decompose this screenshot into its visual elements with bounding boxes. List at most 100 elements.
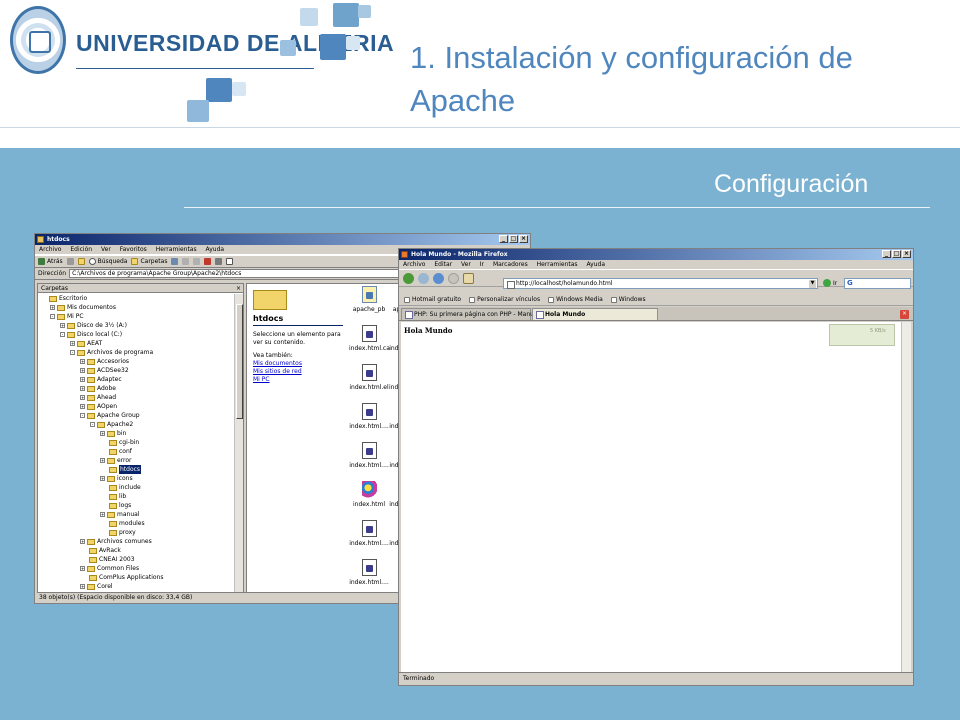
close-tab-icon[interactable]: × xyxy=(900,310,909,319)
collapse-icon[interactable]: - xyxy=(90,422,95,427)
bookmark-personalizar[interactable]: Personalizar vínculos xyxy=(469,296,540,303)
tree-item[interactable]: cgi-bin xyxy=(100,438,139,447)
copy-to-button[interactable] xyxy=(193,258,201,265)
menu-edicion[interactable]: Edición xyxy=(70,246,92,253)
file-item[interactable]: index.html.... xyxy=(349,559,389,586)
stop-icon[interactable] xyxy=(448,272,459,284)
menu-favoritos[interactable]: Favoritos xyxy=(120,246,147,253)
tree-item[interactable]: lib xyxy=(100,492,126,501)
tree-item[interactable]: AvRack xyxy=(80,546,121,555)
menu-ver[interactable]: Ver xyxy=(101,246,111,253)
tree-item[interactable]: - Archivos de programa xyxy=(70,348,153,357)
reload-icon[interactable] xyxy=(433,272,444,284)
tree-item[interactable]: proxy xyxy=(100,528,136,537)
expand-icon[interactable]: + xyxy=(80,359,85,364)
up-folder-button[interactable] xyxy=(77,258,85,265)
tree-item[interactable]: + Common Files xyxy=(80,564,139,573)
delete-button[interactable] xyxy=(204,258,212,265)
menu-ayuda[interactable]: Ayuda xyxy=(206,246,225,253)
scrollbar-thumb[interactable] xyxy=(236,304,243,419)
tree-item[interactable]: + Corel xyxy=(80,582,113,591)
expand-icon[interactable]: + xyxy=(80,404,85,409)
menu-archivo[interactable]: Archivo xyxy=(39,246,61,253)
expand-icon[interactable]: + xyxy=(80,395,85,400)
maximize-button[interactable]: □ xyxy=(509,235,518,243)
file-item[interactable]: index.html.... xyxy=(349,403,389,430)
expand-icon[interactable]: + xyxy=(80,584,85,589)
expand-icon[interactable]: + xyxy=(100,512,105,517)
expand-icon[interactable]: + xyxy=(60,323,65,328)
back-icon[interactable] xyxy=(403,272,414,284)
tree-item[interactable]: conf xyxy=(100,447,132,456)
file-item[interactable]: index.html.el xyxy=(349,364,389,391)
firefox-titlebar[interactable]: Hola Mundo - Mozilla Firefox _ □ × xyxy=(399,249,913,260)
tree-item[interactable]: modules xyxy=(100,519,145,528)
menu-herramientas[interactable]: Herramientas xyxy=(156,246,197,253)
expand-icon[interactable]: + xyxy=(100,458,105,463)
collapse-icon[interactable]: - xyxy=(70,350,75,355)
file-item[interactable]: index.html.... xyxy=(349,520,389,547)
tree-item[interactable]: logs xyxy=(100,501,131,510)
home-icon[interactable] xyxy=(463,272,474,284)
file-item[interactable]: index.html.ca xyxy=(349,325,390,352)
close-pane-icon[interactable]: × xyxy=(236,284,241,293)
menu-herramientas[interactable]: Herramientas xyxy=(537,261,578,268)
expand-icon[interactable]: + xyxy=(80,566,85,571)
tab-php-manual[interactable]: PHP: Su primera página con PHP - Manual xyxy=(401,308,539,320)
close-button[interactable]: × xyxy=(902,250,911,258)
bookmark-windows[interactable]: Windows xyxy=(610,296,646,303)
menu-marcadores[interactable]: Marcadores xyxy=(493,261,528,268)
search-button[interactable]: Búsqueda xyxy=(88,258,127,265)
file-item[interactable]: index.html xyxy=(349,481,389,508)
minimize-button[interactable]: _ xyxy=(882,250,891,258)
expand-icon[interactable]: + xyxy=(80,368,85,373)
menu-ayuda[interactable]: Ayuda xyxy=(586,261,605,268)
download-widget[interactable]: 5 KB/s xyxy=(829,324,895,346)
folders-button[interactable]: Carpetas xyxy=(131,258,167,265)
menu-ver[interactable]: Ver xyxy=(461,261,471,268)
tree-item[interactable]: include xyxy=(100,483,141,492)
page-scrollbar[interactable] xyxy=(901,322,911,673)
tree-item[interactable]: + Ahead xyxy=(80,393,116,402)
bookmark-windows-media[interactable]: Windows Media xyxy=(548,296,603,303)
tree-item[interactable]: - Apache2 xyxy=(90,420,133,429)
close-button[interactable]: × xyxy=(519,235,528,243)
move-to-button[interactable] xyxy=(182,258,190,265)
maximize-button[interactable]: □ xyxy=(892,250,901,258)
tree-item[interactable]: + manual xyxy=(100,510,139,519)
menu-archivo[interactable]: Archivo xyxy=(403,261,425,268)
undo-button[interactable] xyxy=(215,258,223,265)
link-mis-documentos[interactable]: Mis documentos xyxy=(253,360,302,367)
collapse-icon[interactable]: - xyxy=(60,332,65,337)
tree-item[interactable]: + AEAT xyxy=(70,339,102,348)
tree-item[interactable]: + bin xyxy=(100,429,126,438)
tab-hola-mundo[interactable]: Hola Mundo xyxy=(532,308,658,320)
expand-icon[interactable]: + xyxy=(50,305,55,310)
bookmark-hotmail[interactable]: Hotmail gratuito xyxy=(404,296,461,303)
tree-item[interactable]: ComPlus Applications xyxy=(80,573,163,582)
tree-item[interactable]: Escritorio xyxy=(40,294,87,303)
menu-ir[interactable]: Ir xyxy=(480,261,484,268)
tree-item[interactable]: htdocs xyxy=(100,465,142,474)
tree-item[interactable]: CNEAI 2003 xyxy=(80,555,135,564)
file-item[interactable]: apache_pb xyxy=(349,286,389,313)
tree-item[interactable]: - Apache Group xyxy=(80,411,140,420)
google-search-input[interactable] xyxy=(844,278,911,289)
tree-item[interactable]: + Adaptec xyxy=(80,375,122,384)
go-button[interactable]: Ir xyxy=(823,279,837,287)
explorer-titlebar[interactable]: htdocs _ □ × xyxy=(35,234,530,245)
tree-item[interactable]: - Mi PC xyxy=(50,312,84,321)
tree-item[interactable]: - Disco local (C:) xyxy=(60,330,122,339)
back-button[interactable]: Atrás xyxy=(38,258,63,265)
minimize-button[interactable]: _ xyxy=(499,235,508,243)
file-item[interactable]: index.html.... xyxy=(349,442,389,469)
expand-icon[interactable]: + xyxy=(80,386,85,391)
expand-icon[interactable]: + xyxy=(80,539,85,544)
folder-tree-scrollbar[interactable] xyxy=(234,294,243,592)
tree-item[interactable]: + Accesorios xyxy=(80,357,129,366)
url-dropdown-icon[interactable]: ▼ xyxy=(809,280,816,288)
expand-icon[interactable]: + xyxy=(80,377,85,382)
tree-item[interactable]: + Archivos comunes xyxy=(80,537,152,546)
tree-item[interactable]: + icons xyxy=(100,474,133,483)
history-button[interactable] xyxy=(171,258,179,265)
